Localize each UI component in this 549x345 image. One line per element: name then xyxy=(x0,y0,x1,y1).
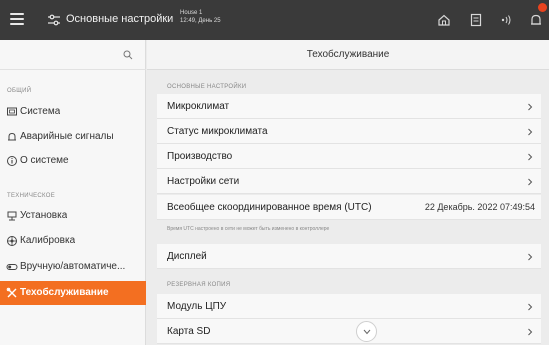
monitor-icon xyxy=(7,107,17,116)
search-icon[interactable] xyxy=(123,50,133,60)
house-time: 12:49, День 25 xyxy=(180,18,221,24)
row-display[interactable]: Дисплей xyxy=(157,244,541,269)
chevron-right-icon xyxy=(528,153,533,161)
notification-bell-icon[interactable] xyxy=(528,12,544,28)
chevron-right-icon xyxy=(528,253,533,261)
info-icon xyxy=(7,156,17,166)
row-label: Дисплей xyxy=(167,251,207,262)
sidebar-item-maintenance[interactable]: Техобслуживание xyxy=(0,281,146,305)
section-basic-settings: ОСНОВНЫЕ НАСТРОЙКИ xyxy=(167,84,247,90)
row-label: Производство xyxy=(167,151,233,162)
row-microclimate[interactable]: Микроклимат xyxy=(157,94,541,119)
signal-icon[interactable] xyxy=(498,12,514,28)
sidebar-item-manual-auto[interactable]: Вручную/автоматиче... xyxy=(0,255,146,279)
row-cpu-module[interactable]: Модуль ЦПУ xyxy=(157,294,541,319)
utc-note: Время UTC настроено в сети не может быть… xyxy=(167,226,330,232)
row-label: Карта SD xyxy=(167,326,211,337)
section-backup: РЕЗЕРВНАЯ КОПИЯ xyxy=(167,282,231,288)
sidebar-item-label: Установка xyxy=(20,210,68,221)
sidebar-item-label: Вручную/автоматиче... xyxy=(20,261,126,272)
notification-badge xyxy=(538,3,547,12)
toggle-icon xyxy=(6,264,18,270)
document-icon[interactable] xyxy=(468,12,484,28)
sidebar-item-label: Техобслуживание xyxy=(20,287,109,298)
bell-icon xyxy=(8,132,16,141)
sidebar-item-system[interactable]: Система xyxy=(0,100,146,124)
row-label: Статус микроклимата xyxy=(167,126,268,137)
sidebar-section-general: ОБЩИЙ xyxy=(7,88,32,94)
sidebar: ОБЩИЙ Система Аварийные сигналы О систем… xyxy=(0,40,146,345)
row-sd-card[interactable]: Карта SD xyxy=(157,319,541,344)
home-icon[interactable] xyxy=(436,12,452,28)
row-label: Модуль ЦПУ xyxy=(167,301,227,312)
wrench-icon xyxy=(6,287,17,298)
chevron-right-icon xyxy=(528,178,533,186)
house-info[interactable]: House 1 12:49, День 25 xyxy=(180,9,221,25)
sidebar-item-label: О системе xyxy=(20,155,69,166)
chevron-right-icon xyxy=(528,303,533,311)
chevron-right-icon xyxy=(528,328,533,336)
chevron-right-icon xyxy=(528,128,533,136)
calibration-icon xyxy=(7,236,17,246)
sidebar-item-alarms[interactable]: Аварийные сигналы xyxy=(0,125,146,149)
chevron-right-icon xyxy=(528,103,533,111)
main-header: Техобслуживание xyxy=(147,40,549,70)
house-name: House 1 xyxy=(180,10,203,16)
menu-icon[interactable] xyxy=(10,13,24,25)
utc-time-value: 22 Декабрь. 2022 07:49:54 xyxy=(424,202,535,212)
row-network-settings[interactable]: Настройки сети xyxy=(157,169,541,194)
sidebar-item-about[interactable]: О системе xyxy=(0,149,146,173)
sidebar-item-label: Калибровка xyxy=(20,235,76,246)
row-microclimate-status[interactable]: Статус микроклимата xyxy=(157,119,541,144)
sidebar-item-installation[interactable]: Установка xyxy=(0,204,146,228)
sidebar-search[interactable] xyxy=(0,40,146,70)
app-title: Основные настройки xyxy=(66,13,174,25)
sidebar-section-technical: ТЕХНИЧЕСКОЕ xyxy=(7,193,56,199)
sidebar-item-label: Система xyxy=(20,106,61,117)
row-label: Микроклимат xyxy=(167,101,230,112)
page-title: Техобслуживание xyxy=(306,49,390,60)
row-utc-time: Всеобщее скоординированное время (UTC) 2… xyxy=(157,195,541,220)
sidebar-item-calibration[interactable]: Калибровка xyxy=(0,229,146,253)
chevron-down-icon xyxy=(363,329,371,335)
sidebar-item-label: Аварийные сигналы xyxy=(20,131,114,142)
top-bar: Основные настройки House 1 12:49, День 2… xyxy=(0,0,549,40)
row-label: Настройки сети xyxy=(167,176,240,187)
row-production[interactable]: Производство xyxy=(157,144,541,169)
install-icon xyxy=(7,211,17,221)
main-panel: Техобслуживание ОСНОВНЫЕ НАСТРОЙКИ Микро… xyxy=(147,40,549,345)
settings-sliders-icon xyxy=(48,14,60,26)
row-label: Всеобщее скоординированное время (UTC) xyxy=(167,202,372,213)
scroll-down-button[interactable] xyxy=(356,321,377,342)
